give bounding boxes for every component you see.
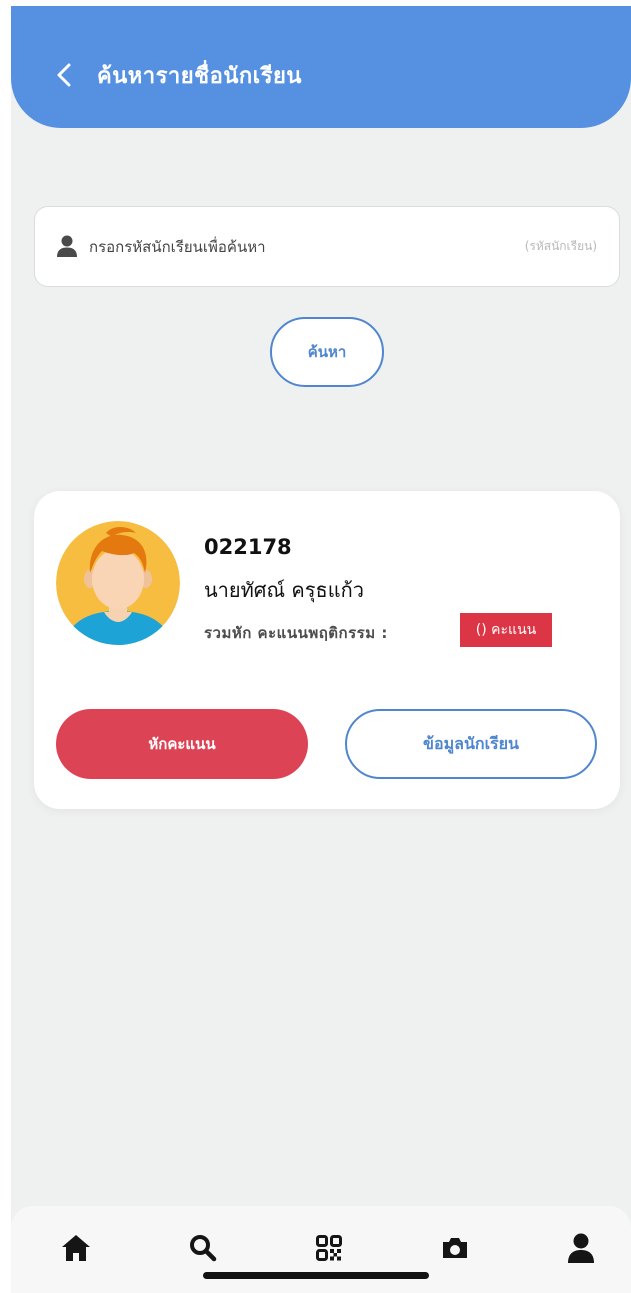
nav-camera[interactable] xyxy=(435,1228,475,1268)
search-button[interactable]: ค้นหา xyxy=(270,317,384,387)
deduct-total-label: รวมหัก คะแนนพฤติกรรม : xyxy=(204,624,388,642)
deduct-score-button[interactable]: หักคะแนน xyxy=(56,709,308,779)
header-bar: ค้นหารายชื่อนักเรียน xyxy=(11,6,631,128)
user-icon xyxy=(57,235,77,257)
home-icon xyxy=(62,1235,90,1261)
avatar-image xyxy=(56,521,180,645)
camera-icon xyxy=(443,1238,467,1258)
nav-qr[interactable] xyxy=(309,1228,349,1268)
app-screen: ค้นหารายชื่อนักเรียน (รหัสนักเรียน) ค้นห… xyxy=(11,6,631,1293)
nav-search[interactable] xyxy=(183,1228,223,1268)
home-indicator xyxy=(203,1272,429,1279)
nav-home[interactable] xyxy=(56,1228,96,1268)
back-button[interactable] xyxy=(51,60,77,90)
student-card: 022178 นายทัศณ์ ครุธแก้ว รวมหัก คะแนนพฤต… xyxy=(34,491,620,809)
student-id-input[interactable] xyxy=(89,225,489,269)
search-icon xyxy=(190,1235,217,1262)
qr-code-icon xyxy=(316,1235,342,1261)
nav-profile[interactable] xyxy=(561,1228,601,1268)
page-title: ค้นหารายชื่อนักเรียน xyxy=(97,64,302,89)
student-name: นายทัศณ์ ครุธแก้ว xyxy=(204,578,364,602)
avatar xyxy=(56,521,180,645)
bottom-nav xyxy=(11,1206,631,1293)
student-id: 022178 xyxy=(204,535,292,559)
score-badge: () คะแนน xyxy=(460,613,552,647)
field-hint: (รหัสนักเรียน) xyxy=(524,239,597,253)
chevron-left-icon xyxy=(57,63,71,87)
search-field[interactable]: (รหัสนักเรียน) xyxy=(34,206,620,287)
student-info-button[interactable]: ข้อมูลนักเรียน xyxy=(345,709,597,779)
profile-icon xyxy=(568,1233,594,1263)
